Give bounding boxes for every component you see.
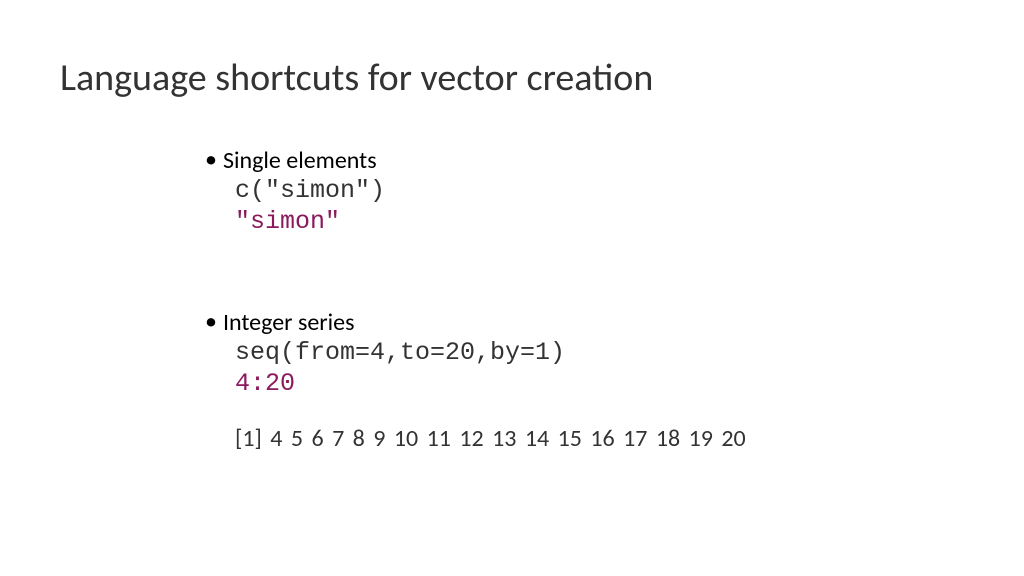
bullet-dot-icon: •	[205, 310, 217, 334]
bullet-label: Integer series	[223, 308, 355, 337]
slide-title: Language shortcuts for vector creation	[60, 55, 964, 101]
bullet-label: Single elements	[223, 146, 377, 175]
output-line: [1] 4 5 6 7 8 9 10 11 12 13 14 15 16 17 …	[205, 424, 964, 453]
bullet-header: • Single elements	[205, 146, 964, 175]
code-block-integer: seq(from=4,to=20,by=1) 4:20	[205, 337, 964, 400]
slide: Language shortcuts for vector creation •…	[0, 0, 1024, 453]
code-shortcut: "simon"	[235, 206, 964, 237]
slide-content: • Single elements c("simon") "simon" • I…	[60, 146, 964, 453]
bullet-dot-icon: •	[205, 148, 217, 172]
code-block-single: c("simon") "simon"	[205, 175, 964, 238]
code-long-form: seq(from=4,to=20,by=1)	[235, 337, 964, 368]
bullet-header: • Integer series	[205, 308, 964, 337]
bullet-integer-series: • Integer series seq(from=4,to=20,by=1) …	[205, 308, 964, 454]
code-long-form: c("simon")	[235, 175, 964, 206]
code-shortcut: 4:20	[235, 368, 964, 399]
bullet-single-elements: • Single elements c("simon") "simon"	[205, 146, 964, 238]
